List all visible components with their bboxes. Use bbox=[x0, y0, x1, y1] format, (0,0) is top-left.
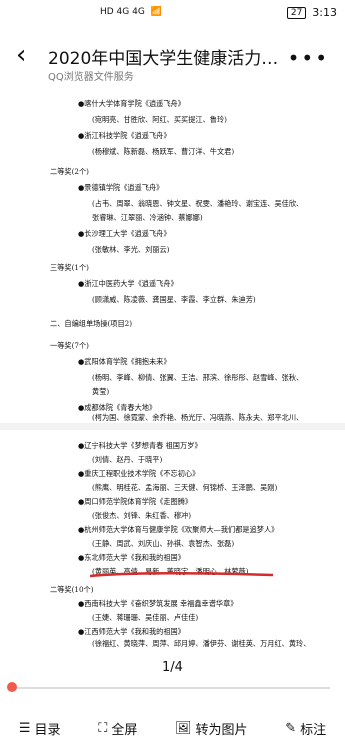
doc-line: 黄莹) bbox=[92, 387, 110, 396]
annotate-label: 标注 bbox=[300, 722, 327, 738]
doc-line: (熊鹰、明桂花、孟海丽、三天健、何锦桥、王泽鹏、吴刚) bbox=[92, 483, 278, 492]
doc-line: (占韦、周翠、翁晓恩、钟文星、祝雯、潘艳玲、谢宝连、吴佳欣、 bbox=[92, 199, 304, 208]
annotate-button[interactable]: ✎ 标注 bbox=[285, 719, 326, 738]
page-title: 2020年中国大学生健康活力云… bbox=[48, 49, 288, 69]
doc-line: 二等奖(2个) bbox=[50, 167, 89, 176]
more-icon[interactable]: ••• bbox=[288, 46, 329, 70]
doc-line: (王静、周武、刘庆山、孙祺、袁智杰、张磊) bbox=[92, 539, 235, 548]
doc-line: (顾潇威、陈凌薇、龚国星、李霞、李立群、朱迪芳) bbox=[92, 295, 256, 304]
doc-line: ●辽宁科技大学《梦想青春 祖国万岁》 bbox=[78, 441, 202, 450]
doc-line: 三等奖(1个) bbox=[50, 263, 89, 272]
fullscreen-label: 全屏 bbox=[111, 722, 138, 738]
doc-line: 二、自编组单场操(项目2) bbox=[50, 319, 133, 328]
doc-line: (刘倩、赵丹、于晓平) bbox=[92, 455, 163, 464]
document-page-2: ●辽宁科技大学《梦想青春 祖国万岁》 (刘倩、赵丹、于晓平) ●重庆工程职业技术… bbox=[0, 430, 345, 650]
doc-line: ●西南科技大学《奋织梦筑发展 幸福鑫幸谱华章》 bbox=[78, 599, 238, 608]
document-page-1: ●喀什大学体育学院《逍遥飞舟》 (宛明亮、甘胜欣、阿红、买买提江、鲁玲) ●浙江… bbox=[0, 90, 345, 423]
doc-line: ●周口师范学院体育学院《走图腾》 bbox=[78, 497, 193, 506]
header: ‹ 2020年中国大学生健康活力云… QQ浏览器文件服务 ••• bbox=[0, 26, 345, 90]
doc-line: (杨穆斌、陈新磊、杨跃军、曹汀洋、牛文君) bbox=[92, 147, 235, 156]
doc-line: 二等奖(10个) bbox=[50, 585, 94, 594]
status-right: 27 3:13 bbox=[286, 6, 337, 19]
convert-image-label: 转为图片 bbox=[195, 722, 248, 738]
doc-line: ●浙江中医药大学《逍遥飞舟》 bbox=[78, 279, 178, 288]
doc-line: (徐福红、黄晓萍、周萍、邱月婷、潘伊芬、谢桂英、万月红、黄玲、 bbox=[92, 639, 311, 648]
doc-line: ●浙江科技学院《逍遥飞舟》 bbox=[78, 131, 171, 140]
annotate-icon: ✎ bbox=[285, 720, 297, 736]
page-progress-track[interactable] bbox=[12, 687, 330, 689]
doc-line: ●东北师范大学《我和我的祖国》 bbox=[78, 553, 185, 562]
toc-label: 目录 bbox=[34, 722, 61, 738]
doc-line: ●武阳体育学院《拥抱未来》 bbox=[78, 357, 171, 366]
doc-line: ●长沙理工大学《逍遥飞舟》 bbox=[78, 229, 171, 238]
clock: 3:13 bbox=[312, 6, 337, 19]
status-bar: HD 4G 4G 📶 27 3:13 bbox=[0, 0, 345, 26]
doc-line: ●重庆工程职业技术学院《不忘初心》 bbox=[78, 469, 200, 478]
network-text: HD 4G 4G bbox=[100, 7, 145, 17]
fullscreen-button[interactable]: ⛶ 全屏 bbox=[98, 719, 137, 738]
battery-icon: 27 bbox=[286, 6, 307, 19]
wifi-icon: 📶 bbox=[150, 7, 163, 17]
page-progress-knob[interactable] bbox=[7, 682, 17, 692]
page-subtitle: QQ浏览器文件服务 bbox=[48, 72, 134, 83]
doc-line: ●喀什大学体育学院《逍遥飞舟》 bbox=[78, 99, 185, 108]
doc-line: (张俊杰、刘锋、朱红香、穆冲) bbox=[92, 511, 192, 520]
doc-line: 一等奖(7个) bbox=[50, 341, 89, 350]
doc-line: 张睿琳、江翠丽、冷涵钟、蔡娜娜) bbox=[92, 213, 203, 222]
image-convert-icon: 🖼 bbox=[175, 720, 192, 736]
page-indicator-bar: 1/4 bbox=[0, 650, 345, 698]
bottom-toolbar: ☰ 目录 ⛶ 全屏 🖼 转为图片 ✎ 标注 bbox=[0, 708, 345, 748]
list-icon: ☰ bbox=[18, 720, 31, 736]
red-underline-annotation bbox=[90, 572, 273, 578]
convert-image-button[interactable]: 🖼 转为图片 bbox=[175, 719, 248, 738]
chevron-left-icon[interactable]: ‹ bbox=[16, 40, 46, 70]
network-indicator: HD 4G 4G 📶 bbox=[100, 7, 162, 17]
doc-line: (宛明亮、甘胜欣、阿红、买买提江、鲁玲) bbox=[92, 115, 227, 124]
doc-line: (王婕、蒋珊珊、吴佳丽、卢佳佳) bbox=[92, 613, 199, 622]
document-viewer[interactable]: ●喀什大学体育学院《逍遥飞舟》 (宛明亮、甘胜欣、阿红、买买提江、鲁玲) ●浙江… bbox=[0, 90, 345, 650]
doc-line: (柯为国、徐霓蒙、余乔艳、杨光厅、冯晓燕、陈永夫、郑平北川、 bbox=[92, 413, 304, 422]
doc-line: ●景德镇学院《逍遥飞舟》 bbox=[78, 183, 164, 192]
toc-button[interactable]: ☰ 目录 bbox=[19, 719, 61, 738]
doc-line: (杨明、李峰、柳倩、张翼、王洁、邢滨、徐彤彤、赵雪峰、张秋、 bbox=[92, 373, 304, 382]
doc-line: ●杭州师范大学体育与健康学院《欢聚师大—我们都是追梦人》 bbox=[78, 525, 279, 534]
fullscreen-icon: ⛶ bbox=[98, 720, 108, 736]
page-number: 1/4 bbox=[162, 660, 183, 675]
doc-line: (张敏林、李光、刘丽云) bbox=[92, 245, 170, 254]
doc-line: ●江西师范大学《我和我的祖国》 bbox=[78, 627, 185, 636]
